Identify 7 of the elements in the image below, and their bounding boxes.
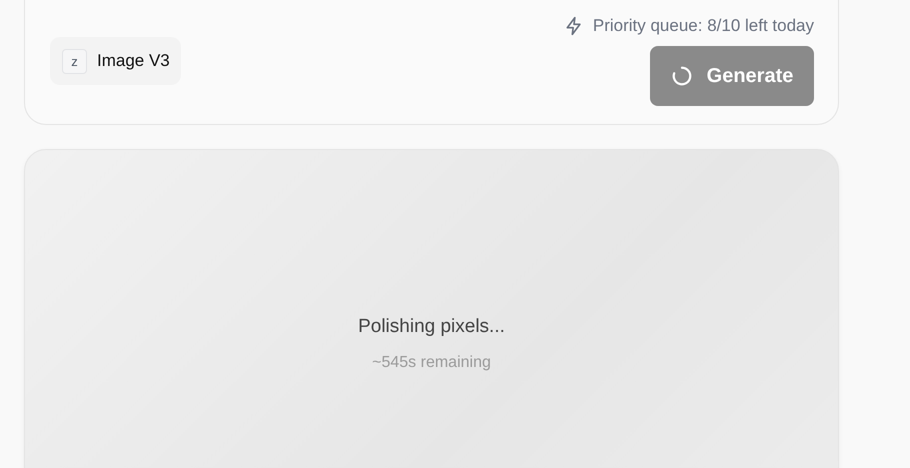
spinner-icon (670, 65, 693, 87)
model-key-badge: z (62, 48, 87, 74)
priority-queue-text: Priority queue: 8/10 left today (592, 16, 814, 36)
model-name: Image V3 (97, 51, 170, 71)
time-remaining-text: ~545s remaining (372, 354, 491, 372)
status-text: Polishing pixels... (358, 316, 505, 338)
model-chip[interactable]: z Image V3 (50, 37, 181, 85)
